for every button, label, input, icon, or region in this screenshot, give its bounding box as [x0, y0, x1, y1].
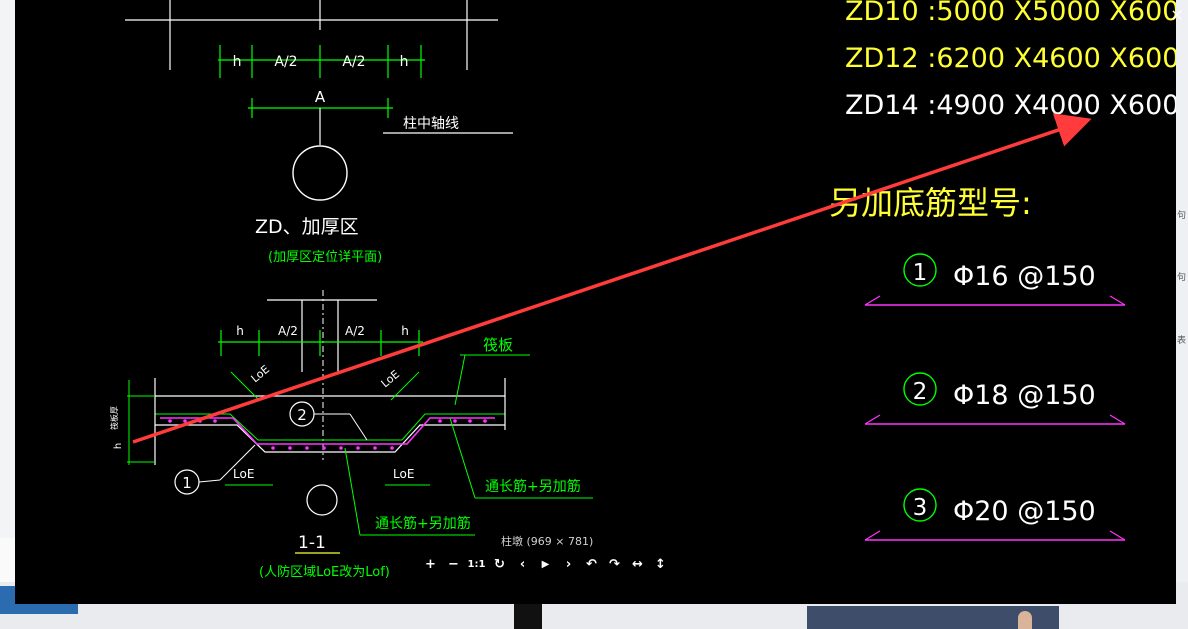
annotation-arrow [132, 113, 1092, 444]
zd-spec: ZD14 :4900 X4000 X600 [845, 90, 1176, 121]
background-right-strip [1176, 0, 1188, 629]
plan-view: h A/2 A/2 h A 柱中轴线 ZD、加厚区 (加厚区定位详平面) [125, 0, 513, 265]
section-loe-bottom: LoE [393, 467, 414, 481]
extra-rebar-list: 1 Φ16 @150 2 Φ18 @150 3 Φ20 @150 [864, 253, 1126, 541]
zoom-out-button[interactable]: − [442, 555, 465, 575]
extra-rebar-title: 另加底筋型号: [829, 184, 1032, 222]
slab-label: 筏板 [483, 336, 513, 354]
zd-spec-list: ZD10 :5000 X5000 X600 ZD12 :6200 X4600 X… [845, 0, 1176, 121]
plan-title: ZD、加厚区 [255, 216, 359, 238]
rotate-left-button[interactable]: ↶ [580, 555, 603, 575]
rebar-number: 1 [913, 260, 928, 286]
section-loe-bottom: LoE [233, 467, 254, 481]
slab-bottom [155, 424, 505, 453]
image-caption: 柱墩 (969 × 781) [501, 535, 594, 548]
background-left-panel [0, 538, 15, 582]
image-viewer: h A/2 A/2 h A 柱中轴线 ZD、加厚区 (加厚区定位详平面) h A… [15, 0, 1176, 604]
cad-drawing: h A/2 A/2 h A 柱中轴线 ZD、加厚区 (加厚区定位详平面) h A… [109, 0, 1176, 580]
background-side-text: 表 [1177, 336, 1187, 346]
rebar-spec: Φ16 @150 [953, 261, 1096, 292]
plan-dim-label: A/2 [274, 54, 297, 70]
rebar-right-label: 通长筋+另加筋 [485, 478, 581, 495]
plan-subtitle: (加厚区定位详平面) [268, 250, 382, 265]
plan-dim-label: A/2 [342, 54, 365, 70]
slab-thickness-label: 筏板厚 [109, 406, 119, 430]
section-dim-label: A/2 [345, 324, 365, 338]
rebar-spec: Φ20 @150 [953, 496, 1096, 527]
plan-dim-label: h [233, 54, 242, 70]
flip-vertical-button[interactable]: ↕ [649, 555, 672, 575]
section-dim-label: h [236, 324, 244, 338]
rotate-right-button[interactable]: ↷ [603, 555, 626, 575]
rebar-spec: Φ18 @150 [953, 380, 1096, 411]
actual-size-button[interactable]: 1:1 [465, 555, 488, 575]
flip-horizontal-button[interactable]: ↔ [626, 555, 649, 575]
previous-button[interactable]: ‹ [511, 555, 534, 575]
section-marker-label: 1 [182, 474, 192, 492]
section-title: 1-1 [298, 533, 326, 553]
zd-spec: ZD10 :5000 X5000 X600 [845, 0, 1176, 27]
rebar-number: 2 [913, 379, 928, 405]
plan-dim-label: h [400, 54, 409, 70]
pile-circle [306, 484, 338, 516]
reset-button[interactable]: ↻ [488, 555, 511, 575]
section-marker-label: 2 [297, 406, 307, 424]
zoom-in-button[interactable]: + [419, 555, 442, 575]
section-loe-diag: LoE [249, 363, 272, 386]
axis-note: 柱中轴线 [403, 116, 459, 132]
section-dim-label: h [401, 324, 409, 338]
column-circle [292, 145, 348, 201]
zd-spec: ZD12 :6200 X4600 X600 [845, 43, 1176, 74]
section-subtitle: (人防区域LoE改为Lof) [259, 564, 390, 580]
avatar [1018, 611, 1032, 629]
plan-total-label: A [315, 88, 326, 106]
section-dim-label: A/2 [278, 324, 298, 338]
viewer-toolbar: + − 1:1 ↻ ‹ ▶ › ↶ ↷ ↔ ↕ [419, 555, 672, 575]
rebar-number: 3 [913, 495, 928, 521]
play-button[interactable]: ▶ [534, 555, 557, 575]
section-loe-diag: LoE [379, 368, 402, 391]
background-side-text: 句 [1177, 211, 1187, 221]
background-side-text: 句 [1177, 273, 1187, 283]
section-h-label: h [113, 443, 124, 449]
close-icon[interactable]: × [1166, 4, 1188, 26]
next-button[interactable]: › [557, 555, 580, 575]
rebar-bottom-label: 通长筋+另加筋 [375, 515, 471, 532]
